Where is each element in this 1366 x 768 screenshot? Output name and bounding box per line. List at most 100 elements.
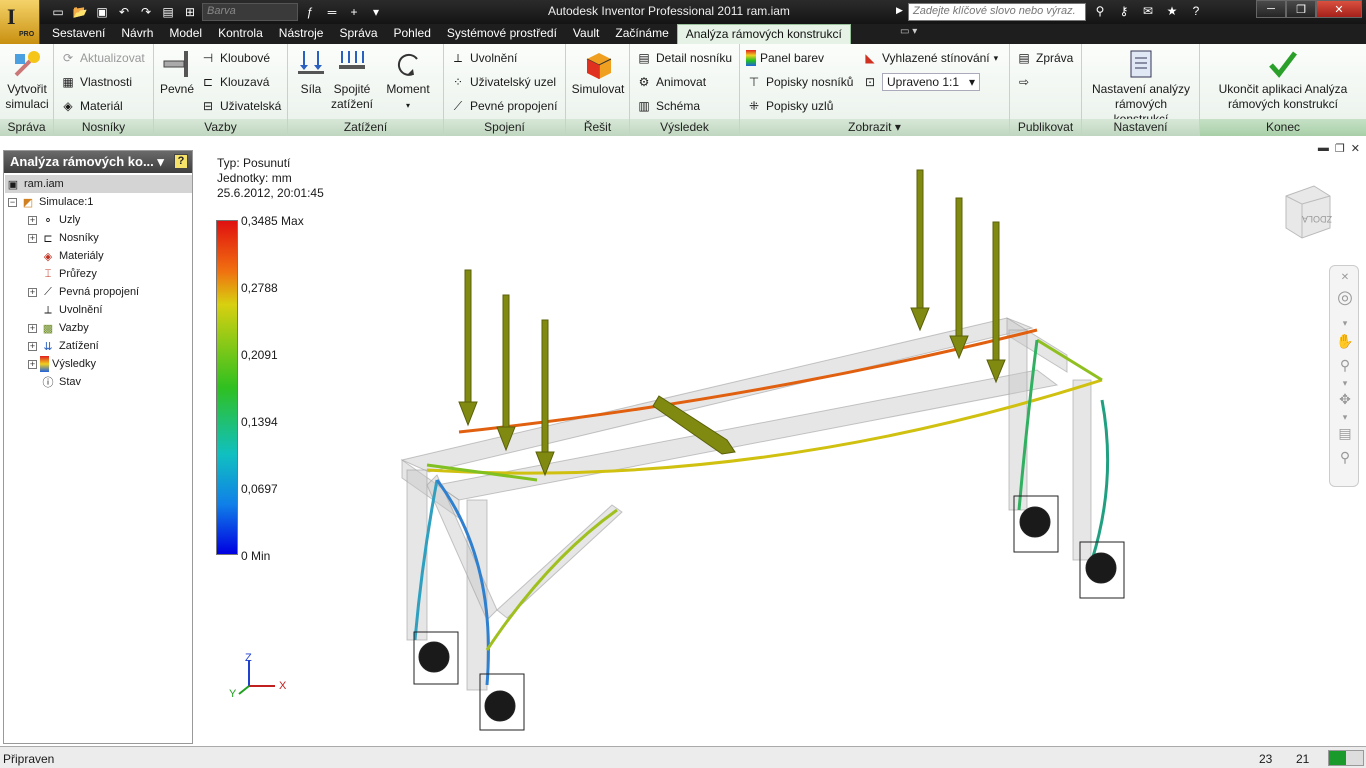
close-icon[interactable]: ✕ [1336, 268, 1354, 286]
new-icon[interactable]: ▭ [48, 3, 68, 21]
expand-icon[interactable]: + [28, 359, 37, 369]
graphics-viewport[interactable]: ▬ ❐ ✕ Typ: Posunutí Jednotky: mm 25.6.20… [197, 140, 1366, 746]
redo-icon[interactable]: ↷ [136, 3, 156, 21]
undo-icon[interactable]: ↶ [114, 3, 134, 21]
force-button[interactable]: Síla [292, 48, 330, 97]
zoom-window-icon[interactable]: ⚲ [1336, 448, 1354, 466]
tab-zaciname[interactable]: Začínáme [607, 24, 676, 44]
continuous-load-button[interactable]: Spojité zatížení [330, 48, 374, 112]
report-button[interactable]: ▤ Zpráva [1016, 48, 1073, 68]
scale-select[interactable]: ⊡ Upraveno 1:1 ▾ [862, 72, 980, 92]
ribbon-options-icon[interactable]: ▭ ▾ [900, 26, 917, 37]
comm-icon[interactable]: ✉ [1138, 2, 1158, 20]
update-button[interactable]: ⟳ Aktualizovat [60, 48, 145, 68]
release-button[interactable]: ⟂ Uvolnění [450, 48, 517, 68]
expand-icon[interactable]: + [28, 215, 37, 225]
tab-frame-analysis[interactable]: Analýza rámových konstrukcí [676, 24, 851, 44]
tree-item-status[interactable]: ⓘ Stav [40, 373, 82, 391]
tree-item-releases[interactable]: ⟂ Uvolnění [40, 301, 102, 319]
tree-item-results[interactable]: + Výsledky [28, 355, 96, 373]
expand-icon[interactable]: ▶ [896, 5, 903, 16]
expand-icon[interactable]: + [28, 287, 37, 297]
create-simulation-button[interactable]: Vytvořit simulaci [3, 48, 51, 112]
steering-wheel-icon[interactable]: ◎ [1336, 287, 1354, 307]
tree-item-materials[interactable]: ◈ Materiály [40, 247, 104, 265]
custom-constraint-button[interactable]: ⊟ Uživatelská [200, 96, 281, 116]
finish-analysis-button[interactable]: Ukončit aplikaci Analýza rámových konstr… [1204, 48, 1362, 112]
help-icon[interactable]: ? [1186, 2, 1206, 20]
open-icon[interactable]: 📂 [70, 3, 90, 21]
tree-item-nodes[interactable]: + ⚬ Uzly [28, 211, 80, 229]
beam-detail-button[interactable]: ▤ Detail nosníku [636, 48, 732, 68]
tab-nastroje[interactable]: Nástroje [271, 24, 332, 44]
properties-button[interactable]: ▦ Vlastnosti [60, 72, 132, 92]
binoculars-icon[interactable]: ⚲ [1090, 2, 1110, 20]
chevron-down-icon[interactable]: ▾ [1336, 314, 1354, 332]
save-icon[interactable]: ▣ [92, 3, 112, 21]
collapse-icon[interactable]: − [8, 197, 17, 207]
help-icon[interactable]: ? [174, 154, 188, 169]
orbit-icon[interactable]: ✥ [1336, 390, 1354, 408]
tree-item-sections[interactable]: ⌶ Průřezy [40, 265, 97, 283]
tab-sestaveni[interactable]: Sestavení [44, 24, 113, 44]
minimize-button[interactable]: ─ [1256, 0, 1286, 18]
panel-title[interactable]: Zobrazit ▾ [740, 119, 1009, 136]
tree-item-constraints[interactable]: + ▩ Vazby [28, 319, 89, 337]
node-labels-button[interactable]: ⁜ Popisky uzlů [746, 96, 833, 116]
custom-node-button[interactable]: ⁘ Uživatelský uzel [450, 72, 556, 92]
application-menu-button[interactable]: I PRO [0, 0, 40, 44]
tab-sprava[interactable]: Správa [331, 24, 385, 44]
chevron-down-icon[interactable]: ▾ [157, 154, 164, 169]
tab-kontrola[interactable]: Kontrola [210, 24, 271, 44]
floating-button[interactable]: ⊏ Klouzavá [200, 72, 269, 92]
fixed-button[interactable]: Pevné [158, 48, 196, 97]
animate-button[interactable]: ⚙ Animovat [636, 72, 706, 92]
close-button[interactable]: ✕ [1316, 0, 1362, 18]
expand-icon[interactable]: + [28, 233, 37, 243]
expand-icon[interactable]: + [28, 341, 37, 351]
tree-item-rigid-links[interactable]: + ⟋ Pevná propojení [28, 283, 139, 301]
export-button[interactable]: ⇨ [1016, 72, 1032, 92]
key-icon[interactable]: ⚷ [1114, 2, 1134, 20]
look-at-icon[interactable]: ▤ [1336, 424, 1354, 442]
tab-navrh[interactable]: Návrh [113, 24, 161, 44]
zoom-icon[interactable]: ⚲ [1336, 356, 1354, 374]
rigid-link-button[interactable]: ⟋ Pevné propojení [450, 96, 558, 116]
plus-icon[interactable]: + [344, 3, 364, 21]
tree-item-simulation[interactable]: − ◩ Simulace:1 [8, 193, 93, 211]
tree-root[interactable]: ▣ ram.iam [5, 175, 192, 193]
moment-dropdown-icon[interactable]: ▾ [406, 101, 410, 110]
dropdown-icon[interactable]: ▾ [366, 3, 386, 21]
beam-labels-button[interactable]: ⊤ Popisky nosníků [746, 72, 854, 92]
pinned-button[interactable]: ⊣ Kloubové [200, 48, 270, 68]
select-icon[interactable]: ⊞ [180, 3, 200, 21]
shading-dropdown-icon[interactable]: ▾ [994, 53, 999, 64]
fx-icon[interactable]: ƒ [300, 3, 320, 21]
frame-model[interactable] [197, 140, 1366, 746]
print-icon[interactable]: ▤ [158, 3, 178, 21]
smooth-shading-button[interactable]: ◣ Vyhlazené stínování ▾ [862, 48, 998, 68]
tab-model[interactable]: Model [161, 24, 210, 44]
pan-icon[interactable]: ✋ [1336, 332, 1354, 350]
analysis-settings-button[interactable]: Nastavení analýzy rámových konstrukcí [1086, 48, 1196, 127]
color-bar-button[interactable]: Panel barev [746, 48, 824, 68]
linetype-icon[interactable]: ═ [322, 3, 342, 21]
simulate-button[interactable]: Simulovat [568, 48, 628, 97]
tab-pohled[interactable]: Pohled [386, 24, 439, 44]
tree-item-beams[interactable]: + ⊏ Nosníky [28, 229, 99, 247]
tab-prostredi[interactable]: Systémové prostředí [439, 24, 565, 44]
diagram-button[interactable]: ▥ Schéma [636, 96, 700, 116]
viewcube[interactable]: ZDOLA [1280, 184, 1334, 240]
browser-header[interactable]: Analýza rámových ko... ▾ ? [4, 151, 192, 173]
tab-vault[interactable]: Vault [565, 24, 607, 44]
expand-icon[interactable]: + [28, 323, 37, 333]
maximize-button[interactable]: ❐ [1286, 0, 1316, 18]
force-label: Síla [300, 82, 322, 96]
material-button[interactable]: ◈ Materiál [60, 96, 122, 116]
tree-item-loads[interactable]: + ⇊ Zatížení [28, 337, 99, 355]
star-icon[interactable]: ★ [1162, 2, 1182, 20]
search-input[interactable]: Zadejte klíčové slovo nebo výraz. [908, 3, 1086, 21]
moment-button[interactable]: Moment ▾ [380, 48, 436, 113]
color-select[interactable]: Barva [202, 3, 298, 21]
panel-title: Řešit [566, 119, 629, 136]
